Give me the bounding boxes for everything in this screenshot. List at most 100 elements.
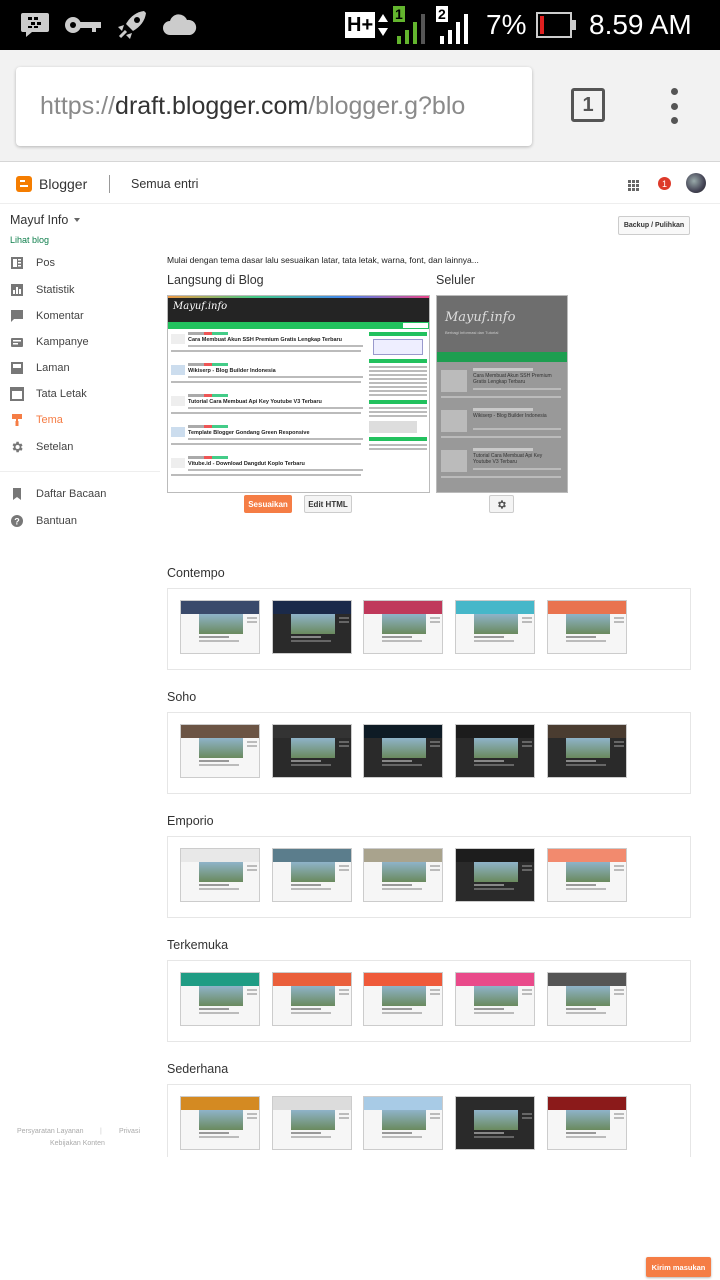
sidebar-item-label: Pos	[36, 257, 55, 269]
theme-thumbnail[interactable]	[180, 1096, 260, 1150]
privacy-link[interactable]: Privasi	[119, 1128, 140, 1135]
theme-icon	[10, 413, 24, 427]
preview-post: Wikiserp - Blog Builder Indonesia	[171, 363, 366, 394]
section-title-emporio: Emporio	[167, 814, 214, 828]
sidebar-item-label: Tata Letak	[36, 388, 87, 400]
preview-post-title: Tutorial Cara Membuat Api Key Youtube V3…	[188, 399, 322, 405]
theme-thumbnail[interactable]	[455, 972, 535, 1026]
browser-menu-button[interactable]	[664, 88, 684, 124]
network-type: H+	[345, 0, 389, 50]
section-link[interactable]: Semua entri	[131, 177, 198, 191]
mobile-preview-subtitle: Berbagi Informasi dan Tutorial	[445, 330, 499, 335]
footer-sep: |	[100, 1128, 102, 1135]
comment-icon	[10, 309, 24, 323]
url-bar[interactable]: https://draft.blogger.com/blogger.g?blo	[16, 67, 532, 146]
sidebar-item-label: Setelan	[36, 441, 74, 453]
help-icon: ?	[10, 514, 24, 528]
section-title-soho: Soho	[167, 690, 197, 704]
preview-post: Template Blogger Gondang Green Responsiv…	[171, 425, 366, 456]
mobile-settings-button[interactable]	[489, 495, 514, 513]
theme-thumbnail[interactable]	[180, 600, 260, 654]
sim2-signal-icon: 2	[436, 0, 470, 50]
tab-switcher-button[interactable]: 1	[571, 88, 605, 122]
theme-thumbnail[interactable]	[363, 724, 443, 778]
sidebar: Mayuf Info Lihat blog Pos Statistik Koment…	[0, 204, 160, 1164]
theme-row-emporio	[167, 836, 691, 918]
content-policy-link[interactable]: Kebijakan Konten	[50, 1140, 105, 1147]
theme-thumbnail[interactable]	[272, 724, 352, 778]
apps-grid-icon[interactable]	[628, 178, 639, 191]
theme-thumbnail[interactable]	[272, 600, 352, 654]
sidebar-item-bantuan[interactable]: ? Bantuan	[10, 511, 77, 531]
mobile-preview[interactable]: Mayuf.info Berbagi Informasi dan Tutoria…	[436, 295, 568, 493]
section-title-contempo: Contempo	[167, 566, 225, 580]
theme-thumbnail[interactable]	[272, 972, 352, 1026]
notification-badge[interactable]: 1	[658, 177, 671, 190]
preview-post-title: Cara Membuat Akun SSH Premium Gratis Len…	[188, 337, 343, 343]
mobile-preview-post-title: Wikiserp - Blog Builder Indonesia	[473, 413, 547, 419]
gear-icon	[10, 440, 24, 454]
theme-thumbnail[interactable]	[272, 1096, 352, 1150]
theme-thumbnail[interactable]	[180, 724, 260, 778]
preview-header: Mayuf.info	[168, 296, 429, 322]
sidebar-item-tata-letak[interactable]: Tata Letak	[10, 384, 87, 404]
mobile-preview-post: Tutorial Cara Membuat Api Key Youtube V3…	[441, 448, 565, 488]
sidebar-item-kampanye[interactable]: Kampanye	[10, 332, 89, 352]
theme-thumbnail[interactable]	[547, 972, 627, 1026]
theme-thumbnail[interactable]	[272, 848, 352, 902]
sidebar-item-setelan[interactable]: Setelan	[10, 437, 73, 457]
live-blog-preview[interactable]: Mayuf.info Cara Membuat Akun SSH Premium…	[167, 295, 430, 493]
theme-thumbnail[interactable]	[363, 1096, 443, 1150]
intro-text: Mulai dengan tema dasar lalu sesuaikan l…	[167, 255, 479, 265]
theme-thumbnail[interactable]	[180, 848, 260, 902]
sidebar-item-komentar[interactable]: Komentar	[10, 306, 84, 326]
theme-thumbnail[interactable]	[363, 972, 443, 1026]
mobile-preview-header: Mayuf.info Berbagi Informasi dan Tutoria…	[437, 296, 567, 352]
preview-post: Vitube.id - Download Dangdut Koplo Terba…	[171, 456, 366, 487]
theme-thumbnail[interactable]	[363, 848, 443, 902]
edit-html-button[interactable]: Edit HTML	[304, 495, 352, 513]
sidebar-item-pos[interactable]: Pos	[10, 253, 55, 273]
avatar[interactable]	[686, 173, 706, 193]
blog-selector[interactable]: Mayuf Info	[10, 213, 81, 227]
preview-post: Cara Membuat Akun SSH Premium Gratis Len…	[171, 332, 366, 363]
theme-thumbnail[interactable]	[363, 600, 443, 654]
bookmark-icon	[10, 487, 24, 501]
key-icon	[64, 0, 104, 50]
theme-thumbnail[interactable]	[455, 1096, 535, 1150]
preview-sidebar	[369, 332, 427, 492]
bbm-icon	[20, 0, 50, 50]
backup-restore-button[interactable]: Backup / Pulihkan	[618, 216, 690, 235]
mobile-label: Seluler	[436, 273, 475, 287]
cloud-icon	[162, 0, 198, 50]
theme-thumbnail[interactable]	[455, 848, 535, 902]
sidebar-item-label: Daftar Bacaan	[36, 488, 107, 500]
theme-thumbnail[interactable]	[547, 600, 627, 654]
sidebar-item-daftar-bacaan[interactable]: Daftar Bacaan	[10, 484, 106, 504]
stats-icon	[10, 283, 24, 297]
theme-thumbnail[interactable]	[455, 600, 535, 654]
preview-post-title: Wikiserp - Blog Builder Indonesia	[188, 368, 276, 374]
blogger-logo-icon[interactable]	[16, 176, 32, 192]
theme-thumbnail[interactable]	[180, 972, 260, 1026]
mobile-preview-post: Cara Membuat Akun SSH Premium Gratis Len…	[441, 368, 565, 408]
sidebar-item-tema[interactable]: Tema	[10, 410, 63, 430]
view-blog-link[interactable]: Lihat blog	[10, 235, 49, 245]
sidebar-item-laman[interactable]: Laman	[10, 358, 70, 378]
theme-thumbnail[interactable]	[547, 1096, 627, 1150]
send-feedback-button[interactable]: Kirim masukan	[646, 1257, 711, 1277]
terms-link[interactable]: Persyaratan Layanan	[17, 1128, 84, 1135]
section-title-sederhana: Sederhana	[167, 1062, 229, 1076]
theme-thumbnail[interactable]	[547, 848, 627, 902]
mobile-preview-post: Wikiserp - Blog Builder Indonesia	[441, 408, 565, 448]
sidebar-item-label: Kampanye	[36, 336, 89, 348]
status-bar: H+ 1 2 7% 8.59 AM	[0, 0, 720, 50]
sidebar-item-statistik[interactable]: Statistik	[10, 280, 75, 300]
customize-button[interactable]: Sesuaikan	[244, 495, 292, 513]
clock: 8.59 AM	[589, 9, 692, 40]
theme-thumbnail[interactable]	[455, 724, 535, 778]
theme-thumbnail[interactable]	[547, 724, 627, 778]
posts-icon	[10, 256, 24, 270]
brand-name[interactable]: Blogger	[39, 176, 87, 192]
campaign-icon	[10, 335, 24, 349]
